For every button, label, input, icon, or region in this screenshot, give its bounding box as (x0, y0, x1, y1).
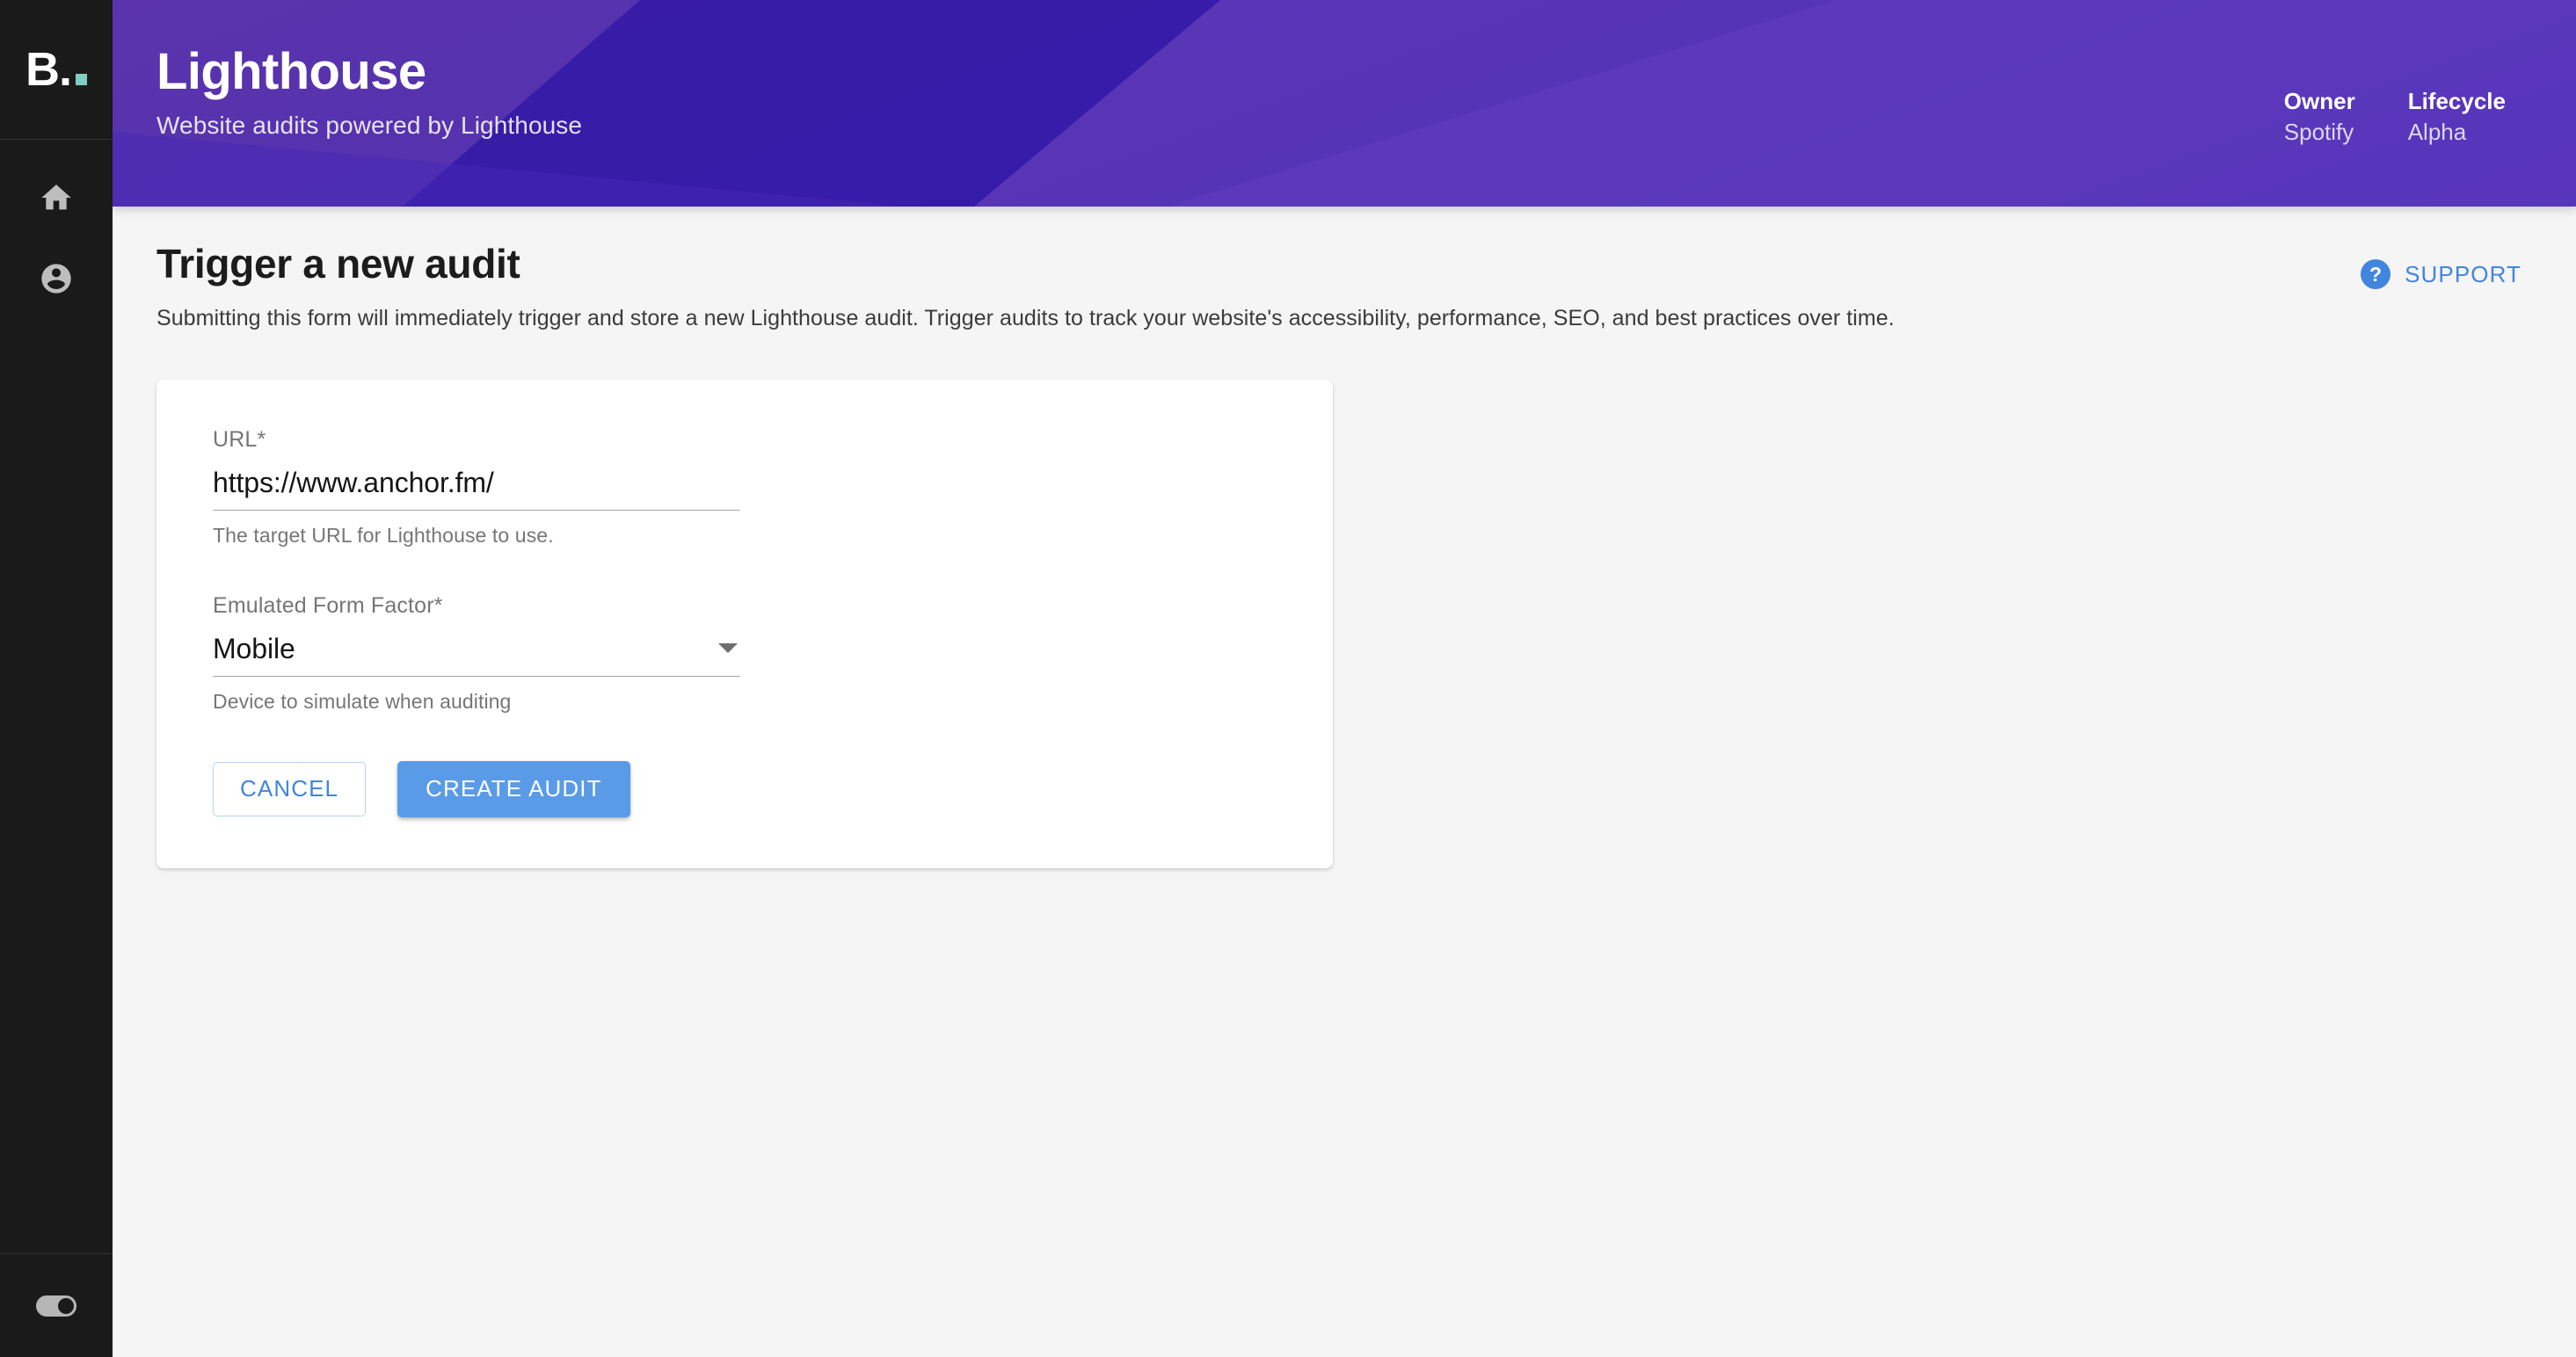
sidebar-item-home[interactable] (0, 157, 113, 238)
main-header-text: Trigger a new audit Submitting this form… (156, 240, 1895, 334)
form-factor-field-group: Emulated Form Factor* Mobile Device to s… (213, 593, 1277, 714)
header-meta-owner-label: Owner (2283, 88, 2355, 114)
form-factor-field-help: Device to simulate when auditing (213, 689, 512, 713)
toggle-knob-icon (58, 1297, 74, 1314)
page-description: Submitting this form will immediately tr… (156, 306, 1895, 331)
content-area: Lighthouse Website audits powered by Lig… (113, 0, 2576, 1357)
home-icon (39, 180, 74, 215)
form-factor-selected-value: Mobile (213, 632, 295, 664)
header-meta: Owner Spotify Lifecycle Alpha (2284, 35, 2506, 148)
url-input[interactable] (213, 466, 740, 499)
sidebar-footer (0, 1253, 113, 1357)
sidebar-logo[interactable]: B. (0, 0, 113, 139)
header-titles: Lighthouse Website audits powered by Lig… (156, 35, 582, 140)
support-button[interactable]: ? SUPPORT (2361, 240, 2521, 289)
sidebar-nav (0, 140, 113, 1253)
audit-form-card: URL* The target URL for Lighthouse to us… (156, 379, 1333, 868)
header-meta-lifecycle-label: Lifecycle (2407, 88, 2506, 114)
support-button-label: SUPPORT (2405, 260, 2521, 287)
page-header-title: Lighthouse (156, 43, 426, 100)
form-actions: CANCEL CREATE AUDIT (213, 760, 1277, 817)
theme-toggle-switch[interactable] (36, 1295, 76, 1317)
sidebar-logo-text: B. (25, 46, 87, 93)
header-inner: Lighthouse Website audits powered by Lig… (113, 0, 2576, 207)
create-audit-button[interactable]: CREATE AUDIT (397, 760, 630, 817)
url-field-help: The target URL for Lighthouse to use. (213, 523, 554, 547)
header-meta-lifecycle: Lifecycle Alpha (2408, 86, 2506, 148)
form-factor-field-label: Emulated Form Factor* (213, 592, 443, 618)
app-root: B. Lighthouse Website audits powered by … (0, 0, 2576, 1357)
field-spacer (213, 556, 1277, 593)
header-meta-lifecycle-value: Alpha (2407, 119, 2467, 146)
main-content: Trigger a new audit Submitting this form… (113, 207, 2576, 1357)
help-circle-icon: ? (2361, 259, 2391, 289)
form-factor-select[interactable]: Mobile (213, 633, 740, 677)
url-field-group: URL* The target URL for Lighthouse to us… (213, 427, 1277, 548)
sidebar: B. (0, 0, 113, 1357)
chevron-down-icon[interactable] (718, 642, 738, 653)
page-header: Lighthouse Website audits powered by Lig… (113, 0, 2576, 207)
header-meta-owner: Owner Spotify (2284, 86, 2355, 148)
main-header-row: Trigger a new audit Submitting this form… (113, 240, 2576, 334)
page-title: Trigger a new audit (156, 241, 520, 287)
url-input-underline (213, 466, 740, 511)
logo-dot-icon (76, 74, 87, 85)
url-field-label: URL* (213, 426, 266, 452)
cancel-button[interactable]: CANCEL (213, 761, 367, 816)
page-header-subtitle: Website audits powered by Lighthouse (156, 111, 583, 139)
account-circle-icon (39, 261, 74, 296)
header-meta-owner-value: Spotify (2283, 119, 2354, 146)
sidebar-item-account[interactable] (0, 238, 113, 319)
